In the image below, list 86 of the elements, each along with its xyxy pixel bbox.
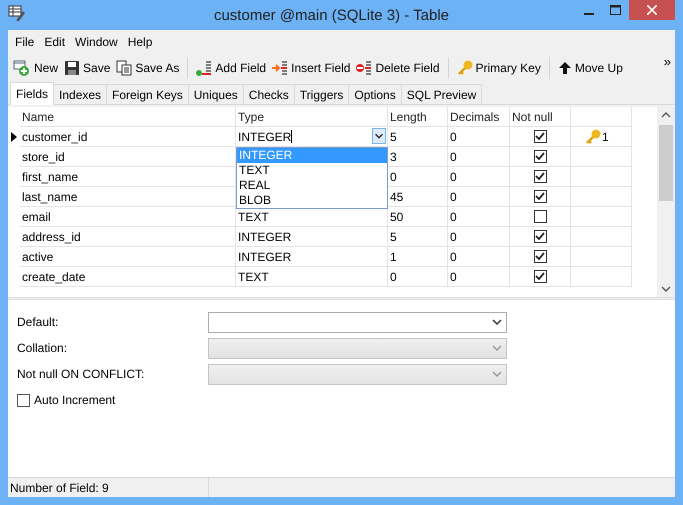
dropdown-option[interactable]: BLOB (237, 193, 387, 208)
table-cell: 0 (448, 207, 510, 227)
key-order: 1 (602, 130, 609, 144)
checkbox[interactable] (534, 170, 546, 183)
toolbar-button[interactable]: Save As (113, 56, 182, 80)
table-cell: 5 (388, 127, 448, 147)
table-cell: last_name (20, 187, 236, 207)
toolbar-button[interactable]: Insert Field (269, 56, 354, 80)
new-table-icon (13, 60, 31, 76)
field-label: Default: (17, 315, 60, 329)
menu-item[interactable]: File (10, 35, 40, 49)
key-icon (456, 60, 472, 76)
dropdown-option[interactable]: REAL (237, 178, 387, 193)
field-label: Collation: (17, 341, 68, 355)
scroll-thumb[interactable] (659, 125, 673, 201)
close-button[interactable] (629, 0, 675, 20)
table-cell: store_id (20, 147, 236, 167)
table-cell: 1 (388, 247, 448, 267)
table-cell: 0 (448, 167, 510, 187)
table-cell: 0 (448, 147, 510, 167)
vertical-scrollbar[interactable] (657, 107, 675, 297)
key-icon (585, 128, 601, 144)
minimize-icon (584, 13, 594, 15)
table-cell: address_id (20, 227, 236, 247)
table-edit-icon (8, 5, 26, 21)
checkbox[interactable] (534, 190, 546, 203)
toolbar-button[interactable]: Move Up (554, 56, 626, 80)
toolbar-button[interactable]: Delete Field (353, 56, 442, 80)
copy-document-icon (116, 60, 132, 76)
maximize-icon (610, 5, 621, 15)
field-label: Not null ON CONFLICT: (17, 367, 146, 381)
table-cell: 50 (388, 207, 448, 227)
checkbox[interactable] (534, 270, 546, 283)
add-field-icon (196, 60, 212, 76)
table-cell: INTEGER (236, 247, 388, 267)
up-arrow-icon (558, 61, 572, 75)
checkbox[interactable] (534, 210, 546, 223)
close-icon (647, 5, 657, 15)
checkbox[interactable] (534, 230, 546, 243)
scroll-down-icon[interactable] (661, 285, 671, 293)
table-cell: email (20, 207, 236, 227)
toolbar-button[interactable]: New (10, 56, 62, 80)
toolbar-button[interactable]: Primary Key (454, 56, 544, 80)
table-cell: first_name (20, 167, 236, 187)
column-header[interactable]: Length (388, 107, 448, 127)
checkbox[interactable] (534, 250, 546, 263)
tab[interactable]: Foreign Keys (106, 84, 189, 104)
table-cell: 0 (448, 267, 510, 287)
table-cell: 0 (388, 267, 448, 287)
column-header[interactable]: Decimals (448, 107, 510, 127)
save-icon (64, 60, 80, 76)
toolbar-button[interactable]: Add Field (193, 56, 270, 80)
scroll-up-icon[interactable] (661, 111, 671, 119)
menu-item[interactable]: Window (70, 35, 123, 49)
table-cell: 0 (448, 187, 510, 207)
table-cell: 0 (448, 127, 510, 147)
window-title: customer @main (SQLite 3) - Table (212, 6, 450, 24)
dropdown-field[interactable] (208, 312, 507, 332)
dropdown-option[interactable]: TEXT (237, 163, 387, 178)
checkbox[interactable] (534, 130, 546, 143)
table-cell: active (20, 247, 236, 267)
table-cell: 0 (448, 227, 510, 247)
table-cell: create_date (20, 267, 236, 287)
tab[interactable]: Fields (10, 82, 54, 105)
table-cell: 5 (388, 227, 448, 247)
tab[interactable]: Uniques (188, 84, 244, 104)
checkbox-label: Auto Increment (34, 393, 116, 407)
menu-item[interactable]: Help (122, 35, 158, 49)
column-header[interactable]: Type (236, 107, 388, 127)
status-text: Number of Field: 9 (8, 478, 209, 497)
insert-field-icon (272, 60, 288, 76)
checkbox[interactable] (17, 394, 30, 406)
table-cell: customer_id (20, 127, 236, 147)
tab[interactable]: Triggers (294, 84, 350, 104)
menu-item[interactable]: Edit (39, 35, 70, 49)
overflow-button[interactable]: » (664, 54, 671, 69)
tab[interactable]: Options (348, 84, 402, 104)
column-header[interactable]: Not null (510, 107, 571, 127)
table-cell: INTEGER (236, 227, 388, 247)
delete-field-icon (356, 60, 372, 76)
toolbar-button[interactable]: Save (61, 56, 114, 80)
table-cell: 0 (448, 247, 510, 267)
checkbox[interactable] (534, 150, 546, 163)
tab[interactable]: SQL Preview (400, 84, 482, 104)
table-cell: TEXT (236, 267, 388, 287)
column-header[interactable]: Name (20, 107, 236, 127)
